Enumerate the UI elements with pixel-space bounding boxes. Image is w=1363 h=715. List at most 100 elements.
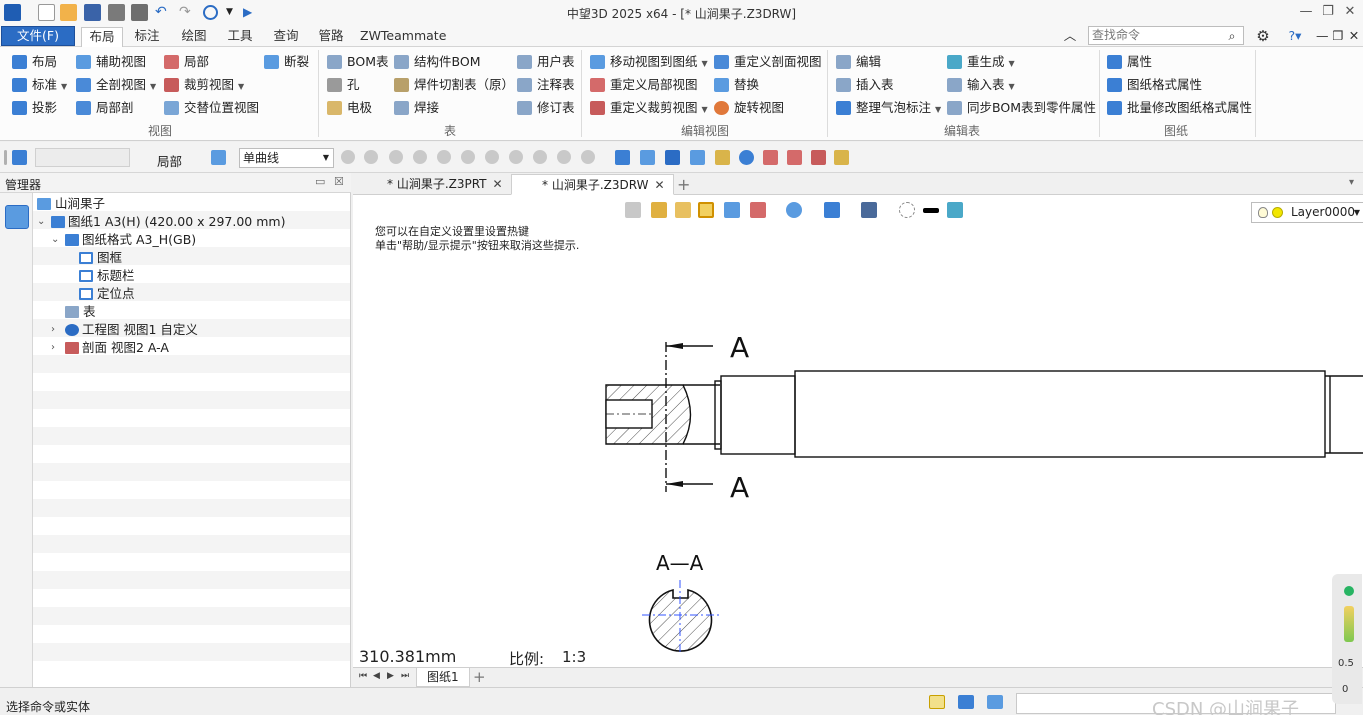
replace-view-button[interactable]: 替换	[714, 75, 759, 95]
restore-doc-icon[interactable]: ❐	[1332, 27, 1344, 47]
collapse-chevron-icon[interactable]: ⌄	[51, 231, 59, 249]
hole-table-button[interactable]: 孔	[327, 75, 360, 95]
tab-tools[interactable]: 工具	[221, 27, 259, 47]
electrode-table-button[interactable]: 电极	[327, 98, 372, 118]
redefine-crop-view-button[interactable]: 重定义裁剪视图 ▼	[590, 98, 708, 118]
layout-mode-icon[interactable]	[929, 695, 945, 709]
layout-button[interactable]: 布局	[12, 52, 57, 72]
break-view-button[interactable]: 断裂	[264, 52, 309, 72]
alternate-position-view-button[interactable]: 交替位置视图	[164, 98, 259, 118]
curve-icon[interactable]	[533, 150, 547, 164]
local-filter-label[interactable]: 局部	[157, 151, 182, 170]
tab-draw[interactable]: 绘图	[175, 27, 213, 47]
brush-select-icon[interactable]	[834, 150, 849, 165]
tab-annotate[interactable]: 标注	[128, 27, 166, 47]
arrange-balloon-button[interactable]: 整理气泡标注 ▼	[836, 98, 941, 118]
shaft-outline[interactable]	[683, 370, 1363, 458]
auxiliary-view-button[interactable]: 辅助视图	[76, 52, 146, 72]
view-cube-icon[interactable]	[615, 150, 630, 165]
add-sheet-icon[interactable]: +	[473, 668, 486, 686]
doc-tab-drawing[interactable]: * 山涧果子.Z3DRW ✕	[511, 174, 674, 195]
redefine-detail-view-button[interactable]: 重定义局部视图	[590, 75, 698, 95]
weldment-bom-button[interactable]: 结构件BOM	[394, 52, 480, 72]
edge-select-icon[interactable]	[640, 150, 655, 165]
collapse-ribbon-icon[interactable]: ︿	[1062, 27, 1078, 47]
tree-item-frame[interactable]: 图框	[79, 249, 122, 267]
tree-item-title-block[interactable]: 标题栏	[79, 267, 135, 285]
arc-icon[interactable]	[557, 150, 571, 164]
tree-item-sheet-format[interactable]: ⌄ 图纸格式 A3_H(GB)	[49, 231, 196, 249]
rotate-view-button[interactable]: 旋转视图	[714, 98, 784, 118]
face-select-icon[interactable]	[665, 150, 680, 165]
tab-zwteammate[interactable]: ZWTeammate	[360, 27, 446, 47]
first-sheet-icon[interactable]: ⏮	[359, 671, 367, 681]
monitor-icon[interactable]	[958, 695, 974, 709]
minimize-icon[interactable]: —	[1296, 3, 1316, 21]
section-view-aa[interactable]	[642, 580, 719, 654]
tab-query[interactable]: 查询	[267, 27, 305, 47]
tab-list-icon[interactable]: ▾	[1349, 177, 1354, 188]
panel-close-icon[interactable]: ☒	[334, 175, 344, 188]
note-table-button[interactable]: 注释表	[517, 75, 575, 95]
sync-bom-button[interactable]: 同步BOM表到零件属性	[947, 98, 1096, 118]
play-icon[interactable]	[364, 150, 378, 164]
sheet-format-properties-button[interactable]: 图纸格式属性	[1107, 75, 1202, 95]
tree-item-view2[interactable]: › 剖面 视图2 A-A	[49, 339, 169, 357]
sheet-properties-button[interactable]: 属性	[1107, 52, 1152, 72]
full-section-view-button[interactable]: 全剖视图 ▼	[76, 75, 156, 95]
prev-sheet-icon[interactable]: ◀	[373, 671, 380, 681]
expand-chevron-icon[interactable]: ›	[51, 339, 55, 357]
spline-icon[interactable]	[509, 150, 523, 164]
dimension-select-icon[interactable]	[715, 150, 730, 165]
close-tab-icon[interactable]: ✕	[493, 177, 503, 191]
move-view-to-sheet-button[interactable]: 移动视图到图纸 ▼	[590, 52, 708, 72]
weld-table-button[interactable]: 焊接	[394, 98, 439, 118]
tab-file[interactable]: 文件(F)	[1, 26, 75, 46]
circle-center-icon[interactable]	[461, 150, 475, 164]
detail-view-button[interactable]: 局部	[164, 52, 209, 72]
bom-table-button[interactable]: BOM表	[327, 52, 388, 72]
sheet-tab[interactable]: 图纸1	[416, 668, 470, 687]
pin-icon[interactable]: ▭	[315, 175, 325, 188]
close-tab-icon[interactable]: ✕	[654, 178, 664, 192]
user-table-button[interactable]: 用户表	[517, 52, 575, 72]
tree-item-root[interactable]: 山涧果子	[37, 195, 105, 213]
standard-view-button[interactable]: 标准 ▼	[12, 75, 67, 95]
import-table-button[interactable]: 输入表 ▼	[947, 75, 1015, 95]
tab-layout[interactable]: 布局	[81, 27, 123, 49]
restore-icon[interactable]: ❐	[1318, 3, 1338, 21]
insert-table-button[interactable]: 插入表	[836, 75, 894, 95]
snap-icon[interactable]	[341, 150, 355, 164]
tag-select-icon[interactable]	[787, 150, 802, 165]
search-input[interactable]: 查找命令	[1088, 26, 1244, 45]
last-sheet-icon[interactable]: ⏭	[401, 671, 409, 681]
expand-chevron-icon[interactable]: ›	[51, 321, 55, 339]
polyline-icon[interactable]	[581, 150, 595, 164]
tree-item-sheet[interactable]: ⌄ 图纸1 A3(H) (420.00 x 297.00 mm)	[35, 213, 285, 231]
close-doc-icon[interactable]: ✕	[1348, 27, 1360, 47]
close-icon[interactable]: ✕	[1340, 3, 1360, 21]
history-manager-icon[interactable]	[5, 205, 29, 229]
point-icon[interactable]	[389, 150, 403, 164]
line-icon[interactable]	[413, 150, 427, 164]
document-list-icon[interactable]	[987, 695, 1003, 709]
pick-filter-icon[interactable]	[211, 150, 226, 165]
filter-select[interactable]	[35, 148, 130, 167]
weld-cut-list-button[interactable]: 焊件切割表（原）	[394, 75, 514, 95]
partial-section-area[interactable]	[605, 384, 692, 445]
collapse-chevron-icon[interactable]: ⌄	[37, 213, 45, 231]
tree-item-view1[interactable]: › 工程图 视图1 自定义	[49, 321, 198, 339]
help-icon[interactable]: ?▾	[1283, 27, 1307, 47]
filter-icon[interactable]	[12, 150, 27, 165]
settings-gear-icon[interactable]: ⚙	[1254, 27, 1272, 47]
pin-select-icon[interactable]	[811, 150, 826, 165]
revision-table-button[interactable]: 修订表	[517, 98, 575, 118]
circle-icon[interactable]	[485, 150, 499, 164]
tree-item-anchor[interactable]: 定位点	[79, 285, 135, 303]
tangent-line-icon[interactable]	[437, 150, 451, 164]
batch-modify-format-button[interactable]: 批量修改图纸格式属性	[1107, 98, 1252, 118]
drawing-canvas[interactable]: Layer0000 ▼ 您可以在自定义设置里设置热键 单击"帮助/显示提示"按钮…	[353, 195, 1363, 668]
crop-view-button[interactable]: 裁剪视图 ▼	[164, 75, 244, 95]
projection-view-button[interactable]: 投影	[12, 98, 57, 118]
curve-type-select[interactable]: 单曲线 ▼	[239, 148, 334, 168]
